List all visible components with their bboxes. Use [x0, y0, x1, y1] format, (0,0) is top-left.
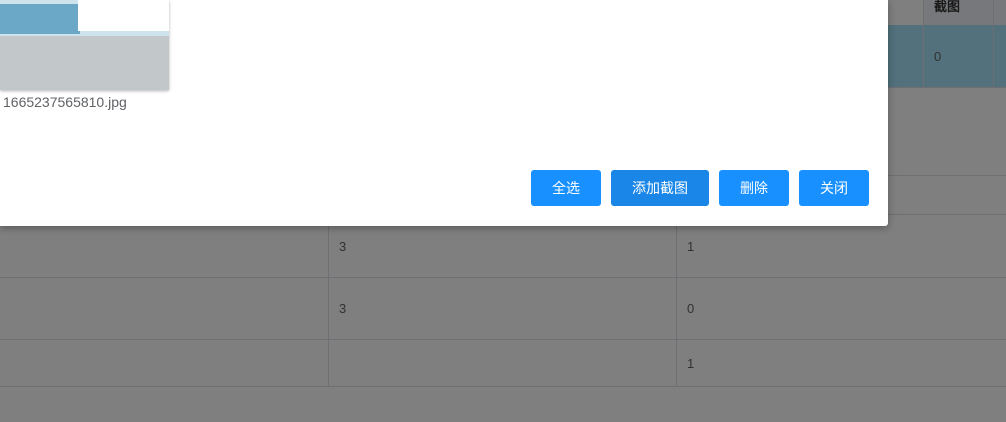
thumbnail-band [0, 4, 80, 34]
file-name: 1665237565810.jpg [3, 94, 127, 110]
screenshot-dialog: 1665237565810.jpg 全选 添加截图 删除 关闭 [0, 0, 888, 226]
select-all-button[interactable]: 全选 [531, 170, 601, 206]
thumbnail-paper [78, 0, 169, 31]
delete-button[interactable]: 删除 [719, 170, 789, 206]
close-button[interactable]: 关闭 [799, 170, 869, 206]
thumbnail-bottom-area [0, 36, 169, 90]
add-screenshot-button[interactable]: 添加截图 [611, 170, 709, 206]
screenshot-thumbnail[interactable] [0, 0, 169, 90]
